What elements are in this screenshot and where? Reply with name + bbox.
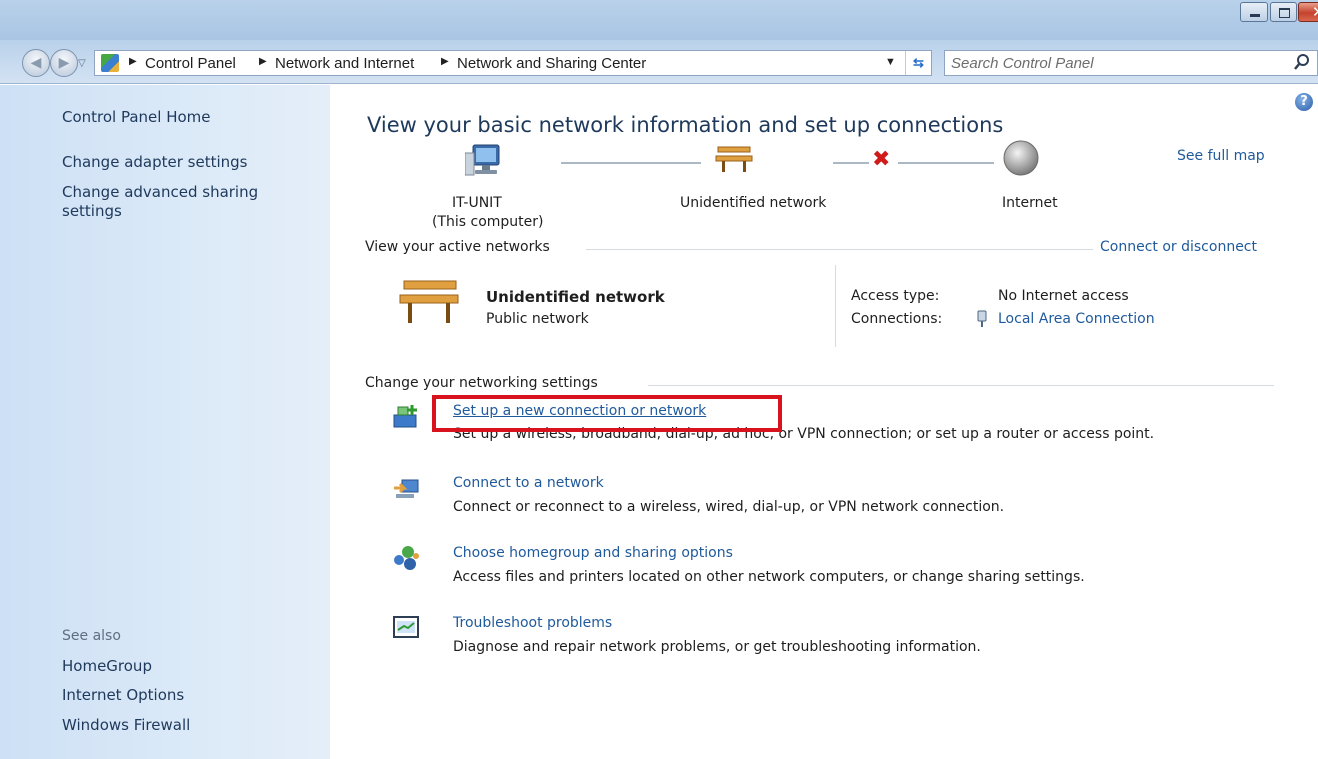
connections-label: Connections: xyxy=(851,311,943,327)
forward-button[interactable]: ▶ xyxy=(50,49,78,77)
back-arrow-icon: ◀ xyxy=(30,55,42,71)
task-troubleshoot-desc: Diagnose and repair network problems, or… xyxy=(453,639,981,655)
address-bar[interactable]: ▶ Control Panel ▶ Network and Internet ▶… xyxy=(94,50,932,76)
refresh-icon: ⇆ xyxy=(913,55,924,70)
breadcrumb-arrow-icon[interactable]: ▶ xyxy=(129,56,137,67)
vertical-divider xyxy=(835,265,836,347)
see-also-heading: See also xyxy=(62,628,121,644)
public-network-bench-icon[interactable] xyxy=(396,277,462,329)
page-title: View your basic network information and … xyxy=(367,113,1004,137)
maximize-button[interactable] xyxy=(1270,2,1297,22)
sidebar-item-internet-options[interactable]: Internet Options xyxy=(62,686,184,704)
refresh-button[interactable]: ⇆ xyxy=(905,51,931,75)
connect-or-disconnect-link[interactable]: Connect or disconnect xyxy=(1100,239,1257,255)
task-connect-network-desc: Connect or reconnect to a wireless, wire… xyxy=(453,499,1005,515)
close-icon: ✕ xyxy=(1312,3,1318,21)
see-full-map-link[interactable]: See full map xyxy=(1177,148,1265,164)
task-homegroup-desc: Access files and printers located on oth… xyxy=(453,569,1085,585)
sidebar-item-homegroup[interactable]: HomeGroup xyxy=(62,657,152,675)
breadcrumb-sharing-center[interactable]: Network and Sharing Center xyxy=(457,55,646,72)
access-type-value: No Internet access xyxy=(998,288,1129,304)
window-titlebar: ✕ xyxy=(0,0,1318,40)
ethernet-plug-icon xyxy=(977,310,987,327)
back-button[interactable]: ◀ xyxy=(22,49,50,77)
search-icon[interactable] xyxy=(1293,53,1311,73)
local-area-connection-link[interactable]: Local Area Connection xyxy=(998,311,1155,327)
map-link-line xyxy=(898,162,994,164)
active-network-name: Unidentified network xyxy=(486,288,665,306)
change-settings-heading: Change your networking settings xyxy=(365,375,598,391)
search-box[interactable] xyxy=(944,50,1318,76)
recent-pages-button[interactable]: ▽ xyxy=(78,58,86,69)
active-networks-heading: View your active networks xyxy=(365,239,550,255)
computer-icon[interactable] xyxy=(465,143,505,179)
network-name-label: Unidentified network xyxy=(680,195,827,211)
close-button[interactable]: ✕ xyxy=(1298,2,1318,22)
active-network-type[interactable]: Public network xyxy=(486,311,589,327)
help-icon[interactable]: ? xyxy=(1295,93,1313,111)
task-homegroup-link[interactable]: Choose homegroup and sharing options xyxy=(453,545,733,561)
broken-link-x-icon: ✖ xyxy=(872,147,891,172)
minimize-button[interactable] xyxy=(1240,2,1268,22)
breadcrumb-network-internet[interactable]: Network and Internet xyxy=(275,55,414,72)
internet-globe-icon[interactable] xyxy=(1002,139,1040,177)
forward-arrow-icon: ▶ xyxy=(58,55,70,71)
homegroup-icon[interactable] xyxy=(392,544,420,572)
breadcrumb-arrow-icon[interactable]: ▶ xyxy=(441,56,449,67)
new-connection-icon[interactable] xyxy=(392,403,420,431)
troubleshoot-icon[interactable] xyxy=(392,614,420,642)
navigation-bar: ◀ ▶ ▽ ▶ Control Panel ▶ Network and Inte… xyxy=(0,40,1318,84)
control-panel-icon xyxy=(101,54,119,72)
bench-icon[interactable] xyxy=(714,143,754,175)
breadcrumb-control-panel[interactable]: Control Panel xyxy=(145,55,236,72)
access-type-label: Access type: xyxy=(851,288,940,304)
section-divider xyxy=(586,249,1093,250)
breadcrumb-arrow-icon[interactable]: ▶ xyxy=(259,56,267,67)
map-link-line xyxy=(561,162,701,164)
task-connect-network-link[interactable]: Connect to a network xyxy=(453,475,604,491)
task-troubleshoot-link[interactable]: Troubleshoot problems xyxy=(453,615,612,631)
computer-name-label: IT-UNIT xyxy=(452,195,502,211)
red-highlight-annotation xyxy=(432,395,782,432)
connect-network-icon[interactable] xyxy=(392,474,420,502)
search-input[interactable] xyxy=(951,53,1281,73)
section-divider xyxy=(648,385,1274,386)
computer-sub-label: (This computer) xyxy=(432,214,544,230)
internet-label: Internet xyxy=(1002,195,1058,211)
sidebar-item-windows-firewall[interactable]: Windows Firewall xyxy=(62,716,190,734)
chevron-down-icon[interactable]: ▼ xyxy=(885,56,896,68)
map-link-line xyxy=(833,162,869,164)
left-navigation-pane: Control Panel Home Change adapter settin… xyxy=(0,85,330,759)
sidebar-item-change-advanced-sharing[interactable]: Change advanced sharing settings xyxy=(62,183,292,221)
sidebar-item-control-panel-home[interactable]: Control Panel Home xyxy=(62,108,211,126)
main-content: ? View your basic network information an… xyxy=(330,85,1318,759)
sidebar-item-change-adapter-settings[interactable]: Change adapter settings xyxy=(62,153,248,171)
